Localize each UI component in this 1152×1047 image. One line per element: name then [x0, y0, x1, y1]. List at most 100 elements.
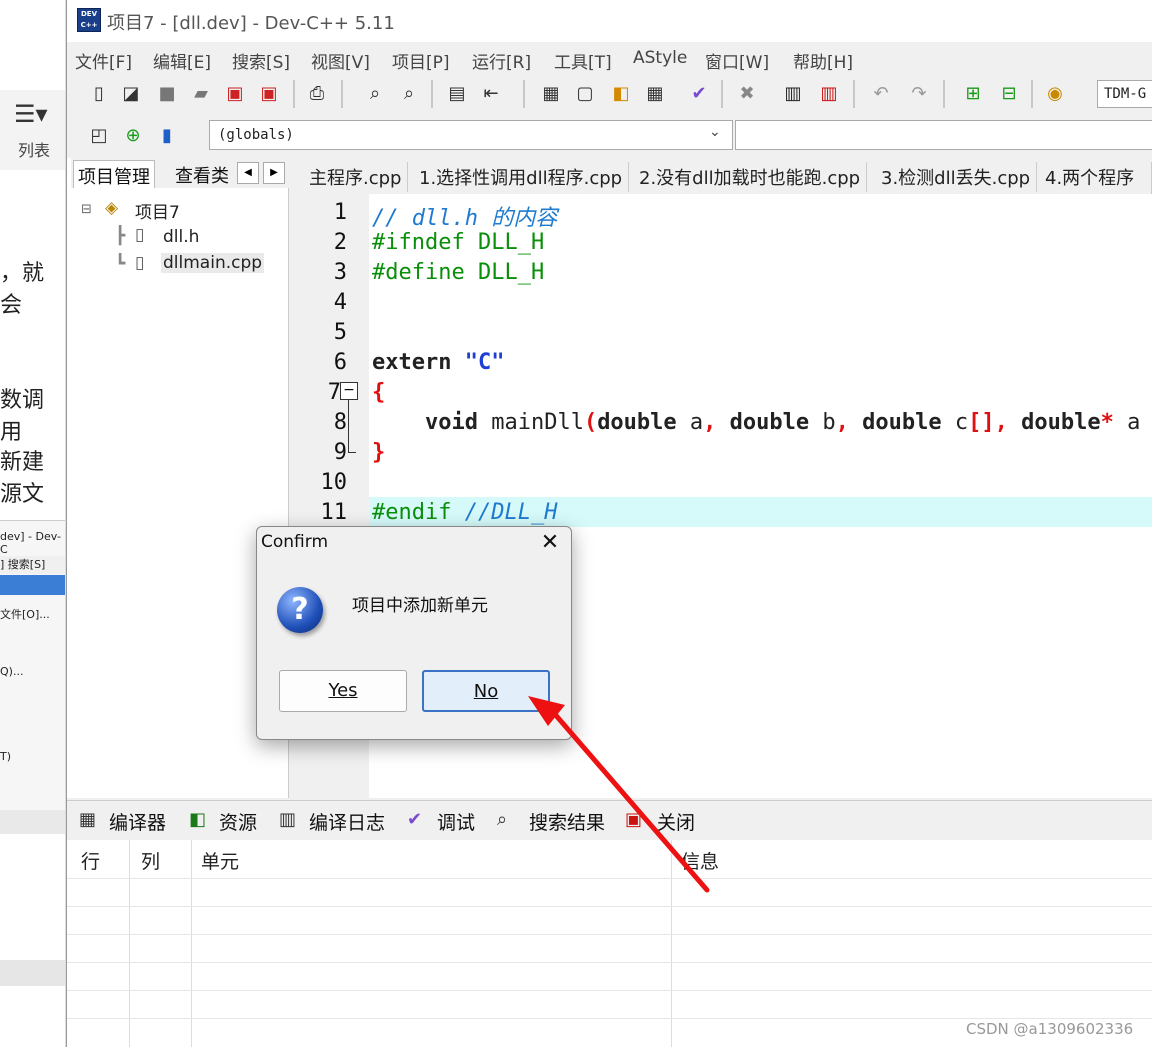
keyword: double [729, 410, 810, 435]
tab-scroll-left-icon[interactable]: ◀ [237, 162, 259, 184]
background-band [0, 810, 65, 834]
no-button[interactable]: No [422, 670, 550, 712]
tab-project-manager[interactable]: 项目管理 [73, 160, 155, 188]
line-number: 7 [327, 380, 341, 405]
menu-astyle[interactable]: AStyle [633, 48, 687, 68]
new-file-icon[interactable]: ▯ [87, 82, 111, 106]
stop-icon[interactable]: ✖ [735, 82, 759, 106]
row-divider [67, 934, 1152, 935]
symbol: [], [968, 410, 1008, 435]
menu-project[interactable]: 项目[P] [392, 48, 450, 73]
column-header-unit[interactable]: 单元 [201, 847, 239, 874]
syntax-check-icon[interactable]: ✔ [687, 82, 711, 106]
editor-tab[interactable]: 1.选择性调用dll程序.cpp [413, 162, 630, 192]
preprocessor: #endif [372, 500, 452, 525]
tree-file-dllmain-cpp[interactable]: dllmain.cpp [161, 253, 265, 273]
indent-icon[interactable]: ▤ [445, 82, 469, 106]
tab-compiler[interactable]: 编译器 [109, 808, 166, 835]
close-all-icon[interactable]: ▣ [257, 82, 281, 106]
members-select[interactable] [735, 120, 1152, 150]
line-number: 2 [333, 230, 347, 255]
replace-icon[interactable]: ⌕ [397, 82, 421, 106]
globals-select[interactable]: (globals) [209, 120, 733, 150]
row-divider [67, 878, 1152, 879]
toolbar-separator [721, 80, 723, 108]
yes-button[interactable]: Yes [279, 670, 407, 712]
menu-search[interactable]: 搜索[S] [232, 48, 290, 73]
column-header-col[interactable]: 列 [141, 847, 160, 874]
undo-icon[interactable]: ↶ [869, 82, 893, 106]
compiler-select[interactable]: TDM-G [1097, 80, 1152, 108]
menu-view[interactable]: 视图[V] [311, 48, 370, 73]
column-header-message[interactable]: 信息 [681, 847, 719, 874]
delete-profile-icon[interactable]: ▥ [817, 82, 841, 106]
list-icon[interactable]: ☰▾ [14, 102, 48, 126]
tab-scroll-right-icon[interactable]: ▶ [263, 162, 285, 184]
dialog-message: 项目中添加新单元 [352, 596, 488, 616]
delete-class-icon[interactable]: ⊟ [997, 82, 1021, 106]
remove-from-project-icon[interactable]: ▮ [155, 124, 179, 148]
menu-file[interactable]: 文件[F] [75, 48, 132, 73]
column-header-line[interactable]: 行 [81, 847, 100, 874]
search-results-icon: ⌕ [497, 809, 508, 830]
tree-project-name[interactable]: 项目7 [135, 198, 180, 223]
editor-tab[interactable]: 主程序.cpp [303, 162, 409, 192]
background-text: 新建源文 [0, 450, 45, 507]
row-divider [67, 906, 1152, 907]
compile-icon[interactable]: ▦ [539, 82, 563, 106]
find-icon[interactable]: ⌕ [363, 82, 387, 106]
profile-icon[interactable]: ▥ [781, 82, 805, 106]
code-line-2: #ifndef DLL_H [372, 230, 545, 255]
menu-help[interactable]: 帮助[H] [793, 48, 853, 73]
background-mini-title: dev] - Dev-C [0, 530, 61, 556]
symbol: , [703, 410, 717, 435]
close-file-icon[interactable]: ▣ [223, 82, 247, 106]
close-icon[interactable]: ✕ [536, 529, 564, 557]
tree-collapse-icon[interactable]: ⊟ [81, 202, 92, 217]
project-folder-icon: ◈ [105, 198, 119, 218]
toolbar-separator [431, 80, 433, 108]
run-icon[interactable]: ▢ [573, 82, 597, 106]
line-number: 11 [320, 500, 348, 525]
editor-tab[interactable]: 2.没有dll加载时也能跑.cpp [633, 162, 868, 192]
tab-debug[interactable]: 调试 [437, 808, 475, 835]
tab-search-results[interactable]: 搜索结果 [529, 808, 605, 835]
open-file-icon[interactable]: ◪ [119, 82, 143, 106]
debug-icon: ✔ [407, 809, 423, 830]
project-options-icon[interactable]: ◰ [87, 124, 111, 148]
menu-run[interactable]: 运行[R] [472, 48, 531, 73]
identifier: c [954, 410, 969, 435]
tab-resources[interactable]: 资源 [219, 808, 257, 835]
fold-collapse-icon[interactable]: − [340, 382, 358, 400]
redo-icon[interactable]: ↷ [907, 82, 931, 106]
save-all-icon[interactable]: ▰ [189, 82, 213, 106]
line-number: 10 [320, 470, 348, 495]
fold-line [348, 400, 349, 452]
background-mini-menu: ] 搜索[S] [0, 556, 65, 574]
rebuild-icon[interactable]: ▦ [643, 82, 667, 106]
file-icon: ▯ [135, 225, 145, 245]
class-browser-icon[interactable]: ◉ [1043, 82, 1067, 106]
tree-file-dll-h[interactable]: dll.h [163, 227, 199, 247]
tab-compile-log[interactable]: 编译日志 [309, 808, 385, 835]
tab-close[interactable]: 关闭 [657, 808, 695, 835]
save-icon[interactable]: ■ [155, 82, 179, 106]
chevron-down-icon[interactable]: ⌄ [709, 124, 721, 140]
unindent-icon[interactable]: ⇤ [479, 82, 503, 106]
editor-tab[interactable]: 3.检测dll丢失.cpp [875, 162, 1038, 192]
toolbar-separator [943, 80, 945, 108]
tab-class-browser[interactable]: 查看类 [171, 160, 233, 188]
background-mini-item: 文件[O]... [0, 608, 50, 621]
comment: //DLL_H [464, 500, 558, 525]
add-to-project-icon[interactable]: ⊕ [121, 124, 145, 148]
print-icon[interactable]: ⎙ [305, 82, 329, 106]
code-line-6: extern "C" [372, 350, 504, 375]
close-icon: ▣ [625, 809, 643, 830]
compile-run-icon[interactable]: ◧ [609, 82, 633, 106]
background-text: ，就会 [0, 261, 45, 318]
menu-window[interactable]: 窗口[W] [705, 48, 769, 73]
background-mini-item: Q)... [0, 665, 24, 678]
menu-edit[interactable]: 编辑[E] [153, 48, 211, 73]
menu-tools[interactable]: 工具[T] [554, 48, 612, 73]
new-class-icon[interactable]: ⊞ [961, 82, 985, 106]
